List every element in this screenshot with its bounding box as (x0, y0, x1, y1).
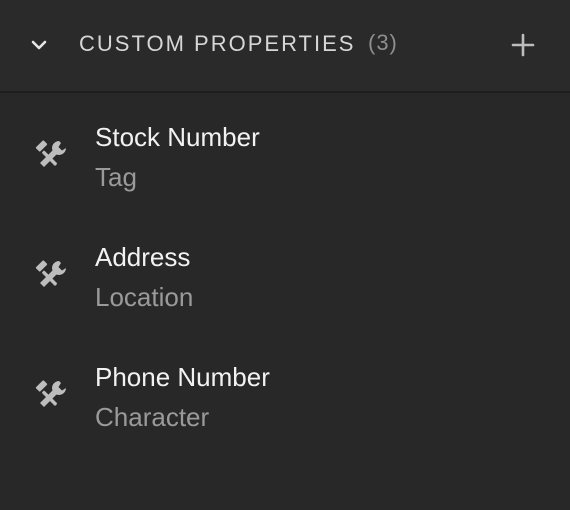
property-name: Stock Number (95, 122, 260, 152)
property-item-stock-number[interactable]: Stock Number Tag (0, 118, 570, 218)
add-property-button[interactable] (505, 27, 541, 63)
section-header: CUSTOM PROPERTIES (3) (0, 0, 570, 93)
property-name: Address (95, 242, 191, 272)
property-item-phone-number[interactable]: Phone Number Character (0, 358, 570, 458)
section-title: CUSTOM PROPERTIES (79, 31, 356, 56)
tools-icon (35, 260, 66, 287)
custom-properties-panel: CUSTOM PROPERTIES (3) Stock Number Tag A… (0, 0, 570, 510)
property-count: (3) (368, 30, 398, 55)
property-name: Phone Number (95, 362, 270, 392)
tools-icon (35, 140, 66, 167)
property-type: Tag (95, 162, 137, 192)
property-type: Character (95, 402, 210, 432)
property-item-address[interactable]: Address Location (0, 238, 570, 338)
property-type: Location (95, 282, 194, 312)
chevron-down-icon[interactable] (24, 30, 54, 60)
tools-icon (35, 380, 66, 407)
